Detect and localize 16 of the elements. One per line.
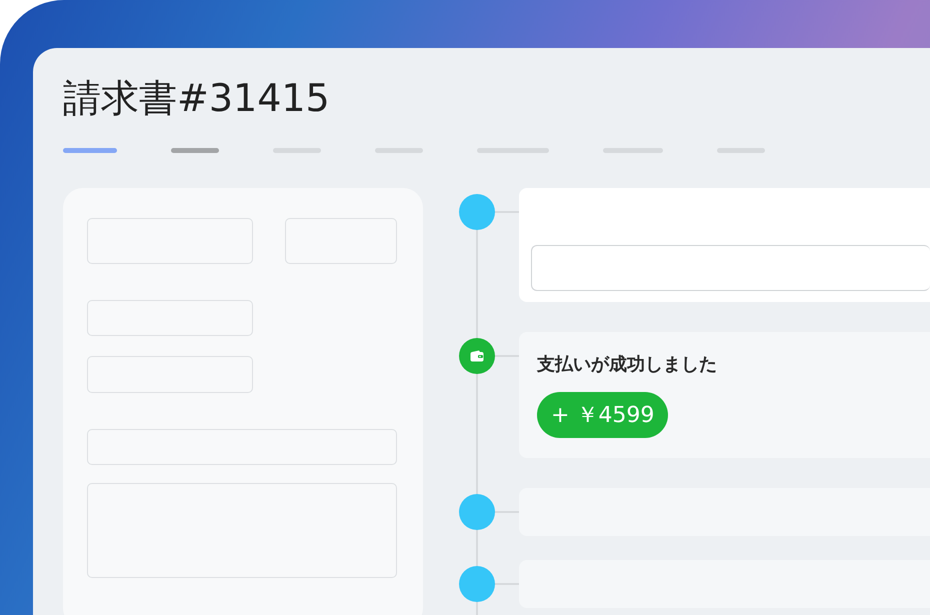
input-field[interactable] <box>87 356 253 393</box>
wallet-icon <box>459 338 495 374</box>
timeline-dot <box>459 494 495 530</box>
input-field[interactable] <box>87 218 253 264</box>
input-field[interactable] <box>285 218 397 264</box>
input-field[interactable] <box>531 244 930 291</box>
text-area[interactable] <box>87 483 397 578</box>
amount-badge: + ￥4599 <box>537 392 668 438</box>
timeline-dot <box>459 566 495 602</box>
input-field[interactable] <box>87 428 397 466</box>
timeline-dot <box>459 194 495 230</box>
tab[interactable] <box>171 148 219 153</box>
invoice-title: 請求書#31415 <box>63 75 330 122</box>
event-title: 支払いが成功しました <box>537 352 717 376</box>
input-field[interactable] <box>87 300 253 336</box>
tab[interactable] <box>63 148 117 153</box>
